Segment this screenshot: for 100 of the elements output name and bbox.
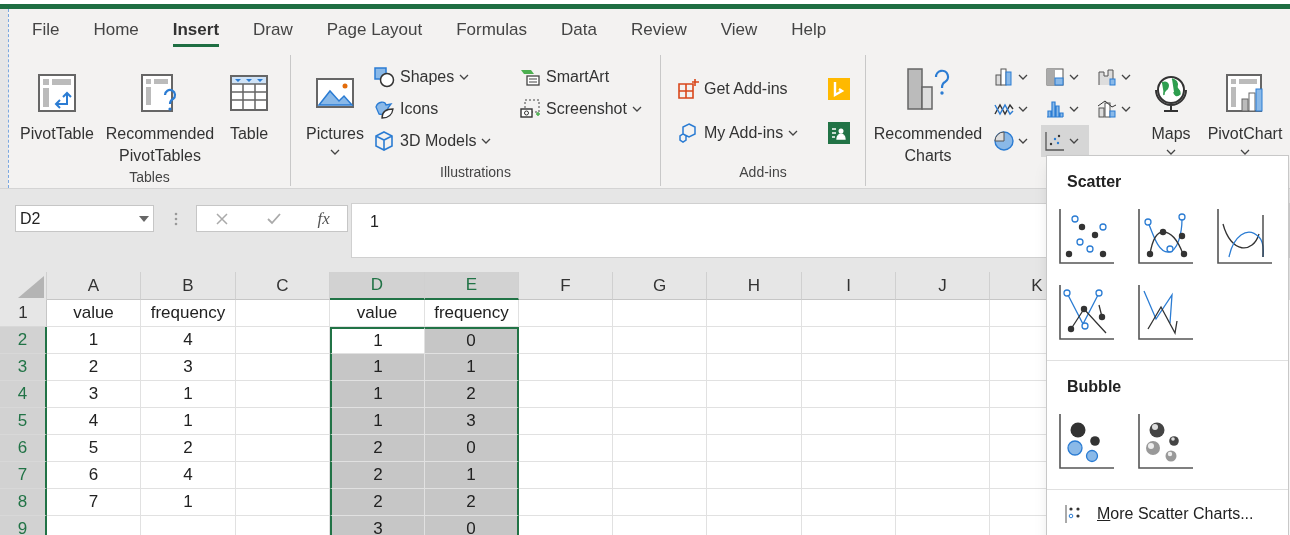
column-header[interactable]: D <box>330 272 425 300</box>
column-header[interactable]: E <box>425 272 519 300</box>
chevron-down-icon <box>1120 106 1131 112</box>
menu-section-title: Scatter <box>1066 172 1123 192</box>
table-cell: 3 <box>330 516 425 535</box>
ribbon-tab[interactable]: Formulas <box>456 16 528 47</box>
dropdown-caret-icon <box>139 215 149 222</box>
ribbon-large-button[interactable]: Recommended PivotTables <box>101 55 219 167</box>
table-cell: 2 <box>141 435 236 462</box>
pivot-table-icon <box>37 73 77 113</box>
ribbon-small-button[interactable]: SmartArt <box>517 61 644 93</box>
more-charts-link[interactable]: More Scatter Charts... <box>1047 490 1288 526</box>
row-header[interactable]: 1 <box>0 300 47 327</box>
chevron-down-icon <box>1018 74 1028 80</box>
table-cell: 2 <box>425 489 519 516</box>
table-cell: 2 <box>47 354 141 381</box>
column-chart-icon <box>993 66 1015 88</box>
ribbon-large-button[interactable]: Recommended Charts <box>866 55 990 186</box>
chart-type-icon <box>1138 209 1194 265</box>
chevron-down-icon <box>1069 138 1080 144</box>
row-header[interactable]: 7 <box>0 462 47 489</box>
group-label: Illustrations <box>439 163 512 182</box>
row-header[interactable]: 6 <box>0 435 47 462</box>
name-box[interactable]: D2 <box>15 205 154 232</box>
row-header[interactable]: 3 <box>0 354 47 381</box>
group-label: Add-ins <box>738 163 788 182</box>
ribbon-large-button[interactable]: Pictures <box>301 55 369 162</box>
add-in-button[interactable] <box>828 122 850 144</box>
table-cell: 4 <box>47 408 141 435</box>
row-header[interactable]: 8 <box>0 489 47 516</box>
ribbon-tab[interactable]: Insert <box>172 16 220 47</box>
ribbon-large-button[interactable]: PivotTable <box>15 55 99 167</box>
scatter-chart-icon <box>1044 130 1067 152</box>
row-header[interactable]: 9 <box>0 516 47 535</box>
ribbon-tab[interactable]: Draw <box>253 16 293 47</box>
table-cell: 4 <box>141 327 236 354</box>
table-cell: 1 <box>425 462 519 489</box>
chevron-down-icon <box>1018 106 1028 112</box>
combo-chart-icon <box>1095 98 1118 120</box>
ribbon-small-button[interactable]: 3D Models <box>371 125 515 157</box>
table-cell: 3 <box>141 354 236 381</box>
ribbon-small-button[interactable]: Screenshot <box>517 93 644 125</box>
pivot-chart-icon <box>1225 73 1265 113</box>
table-cell: 2 <box>330 462 425 489</box>
cancel-button[interactable] <box>214 210 231 227</box>
ribbon-tab[interactable]: File <box>32 16 60 47</box>
check-icon <box>266 212 281 225</box>
chart-type-icon <box>1059 414 1115 470</box>
table-cell: 1 <box>141 408 236 435</box>
ribbon-small-button[interactable]: Icons <box>371 93 515 125</box>
row-header[interactable]: 2 <box>0 327 47 354</box>
table-cell: 1 <box>330 381 425 408</box>
table-cell: 1 <box>47 327 141 354</box>
ribbon-tab[interactable]: Help <box>791 16 827 47</box>
table-cell: value <box>330 300 425 327</box>
ribbon-small-button[interactable]: Shapes <box>371 61 515 93</box>
chart-type-option[interactable] <box>1059 284 1117 342</box>
ribbon-small-button[interactable]: Get Add-ins <box>675 73 790 105</box>
ribbon-tab[interactable]: Page Layout <box>326 16 423 47</box>
table-cell: 2 <box>425 381 519 408</box>
chart-type-icon <box>1059 209 1115 265</box>
chevron-down-icon <box>1018 138 1028 144</box>
chart-type-button[interactable] <box>1041 125 1089 157</box>
table-cell: 6 <box>47 462 141 489</box>
ribbon-tab[interactable]: Home <box>93 16 139 47</box>
chart-type-option[interactable] <box>1217 208 1275 266</box>
pie-chart-icon <box>993 130 1015 152</box>
row-header[interactable]: 5 <box>0 408 47 435</box>
chart-type-option[interactable] <box>1138 208 1196 266</box>
chart-type-option[interactable] <box>1059 413 1117 471</box>
close-icon <box>216 212 229 225</box>
treemap-icon <box>1044 66 1067 88</box>
ribbon-tab[interactable]: Review <box>631 16 687 47</box>
ribbon-tab[interactable]: Data <box>561 16 597 47</box>
table-cell: 7 <box>47 489 141 516</box>
menu-section-title: Bubble <box>1066 377 1123 397</box>
ribbon-tab[interactable]: View <box>720 16 758 47</box>
table-cell: frequency <box>141 300 236 327</box>
table-cell: 1 <box>425 354 519 381</box>
ribbon-large-button[interactable]: Table <box>221 55 277 167</box>
table-cell: 0 <box>425 327 519 354</box>
table-cell: 1 <box>330 354 425 381</box>
table-cell: 5 <box>47 435 141 462</box>
ribbon-small-button[interactable]: My Add-ins <box>675 117 801 149</box>
table-cell: 4 <box>141 462 236 489</box>
waterfall-chart-icon <box>1095 66 1118 88</box>
chart-type-icon <box>1059 285 1115 341</box>
chart-type-icon <box>1138 285 1194 341</box>
insert-function-button[interactable]: fx <box>317 205 330 232</box>
chevron-down-icon <box>1069 74 1080 80</box>
table-cell: 3 <box>47 381 141 408</box>
table-cell: frequency <box>425 300 519 327</box>
chart-type-option[interactable] <box>1059 208 1117 266</box>
row-header[interactable]: 4 <box>0 381 47 408</box>
table-cell: 2 <box>330 435 425 462</box>
table-cell: 1 <box>330 327 425 354</box>
table-cell: value <box>47 300 141 327</box>
chevron-down-icon <box>1120 74 1131 80</box>
chart-type-option[interactable] <box>1138 413 1196 471</box>
group-label: Tables <box>128 168 171 187</box>
